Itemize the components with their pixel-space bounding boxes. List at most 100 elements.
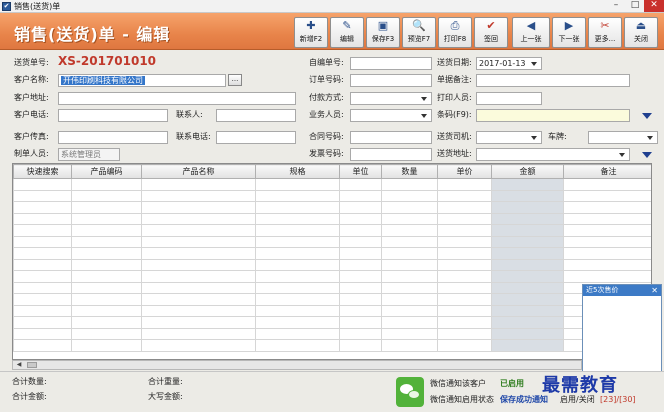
table-cell[interactable] [141,201,256,214]
table-cell[interactable] [13,304,72,317]
date-picker[interactable]: 2017-01-13 [476,57,542,70]
table-cell[interactable] [491,293,564,306]
table-cell[interactable] [71,235,142,248]
table-row[interactable] [13,212,651,225]
table-cell[interactable] [339,189,382,202]
table-cell[interactable] [563,212,651,225]
table-cell[interactable] [255,189,340,202]
contact-phone-input[interactable] [216,131,296,144]
table-cell[interactable] [563,224,651,237]
table-cell[interactable] [491,201,564,214]
table-row[interactable] [13,201,651,214]
table-cell[interactable] [339,293,382,306]
table-row[interactable] [13,281,651,294]
barcode-input[interactable] [476,109,630,122]
table-row[interactable] [13,224,651,237]
table-cell[interactable] [437,270,492,283]
table-cell[interactable] [141,270,256,283]
expand-triangle-icon[interactable] [642,113,652,119]
table-cell[interactable] [339,316,382,329]
table-cell[interactable] [491,281,564,294]
table-cell[interactable] [437,189,492,202]
table-cell[interactable] [339,304,382,317]
table-cell[interactable] [437,247,492,260]
table-cell[interactable] [141,316,256,329]
own-no-input[interactable] [350,57,432,70]
table-cell[interactable] [563,201,651,214]
table-cell[interactable] [71,212,142,225]
table-cell[interactable] [491,304,564,317]
maximize-button[interactable]: □ [625,0,645,12]
salesman-select[interactable] [350,109,432,122]
table-cell[interactable] [255,304,340,317]
table-cell[interactable] [255,327,340,340]
table-cell[interactable] [563,189,651,202]
address-input[interactable] [58,92,296,105]
fax-input[interactable] [58,131,168,144]
table-cell[interactable] [437,212,492,225]
remark-input[interactable] [476,74,630,87]
scroll-thumb[interactable] [27,362,37,368]
table-row[interactable] [13,189,651,202]
table-cell[interactable] [71,247,142,260]
table-cell[interactable] [141,247,256,260]
table-cell[interactable] [563,270,651,283]
table-cell[interactable] [71,258,142,271]
col-unit[interactable]: 单位 [339,164,382,179]
invoice-input[interactable] [350,148,432,161]
plate-select[interactable] [588,131,658,144]
table-cell[interactable] [13,293,72,306]
table-cell[interactable] [13,247,72,260]
new-button[interactable]: ✚ 新增F2 [294,17,328,48]
table-cell[interactable] [13,316,72,329]
save-button[interactable]: ▣ 保存F3 [366,17,400,48]
table-cell[interactable] [563,178,651,191]
table-cell[interactable] [491,224,564,237]
table-cell[interactable] [381,189,438,202]
table-cell[interactable] [255,270,340,283]
sign-back-button[interactable]: ✔ 签回 [474,17,508,48]
next-button[interactable]: ▶ 下一张 [552,17,586,48]
table-cell[interactable] [491,212,564,225]
table-cell[interactable] [71,304,142,317]
save-notify-link[interactable]: 保存成功通知 [500,394,548,406]
previous-button[interactable]: ◀ 上一张 [512,17,550,48]
table-cell[interactable] [255,281,340,294]
table-cell[interactable] [255,316,340,329]
table-cell[interactable] [141,224,256,237]
table-cell[interactable] [255,224,340,237]
table-cell[interactable] [141,327,256,340]
table-cell[interactable] [491,339,564,352]
table-cell[interactable] [71,316,142,329]
table-row[interactable] [13,178,651,191]
table-cell[interactable] [255,201,340,214]
table-cell[interactable] [13,178,72,191]
table-cell[interactable] [381,258,438,271]
table-cell[interactable] [13,235,72,248]
table-cell[interactable] [339,201,382,214]
table-cell[interactable] [381,178,438,191]
table-cell[interactable] [339,327,382,340]
contract-input[interactable] [350,131,432,144]
payment-select[interactable] [350,92,432,105]
col-amount[interactable]: 金额 [491,164,564,179]
table-cell[interactable] [437,224,492,237]
table-cell[interactable] [13,201,72,214]
table-row[interactable] [13,270,651,283]
table-cell[interactable] [339,281,382,294]
table-cell[interactable] [255,258,340,271]
table-cell[interactable] [13,258,72,271]
preview-button[interactable]: 🔍 预览F7 [402,17,436,48]
table-cell[interactable] [71,189,142,202]
col-quantity[interactable]: 数量 [381,164,438,179]
phone-input[interactable] [58,109,168,122]
order-no-input[interactable] [350,74,432,87]
table-cell[interactable] [13,339,72,352]
table-cell[interactable] [339,339,382,352]
table-cell[interactable] [491,247,564,260]
table-cell[interactable] [13,212,72,225]
table-cell[interactable] [71,224,142,237]
table-cell[interactable] [339,178,382,191]
table-cell[interactable] [141,304,256,317]
table-cell[interactable] [71,339,142,352]
